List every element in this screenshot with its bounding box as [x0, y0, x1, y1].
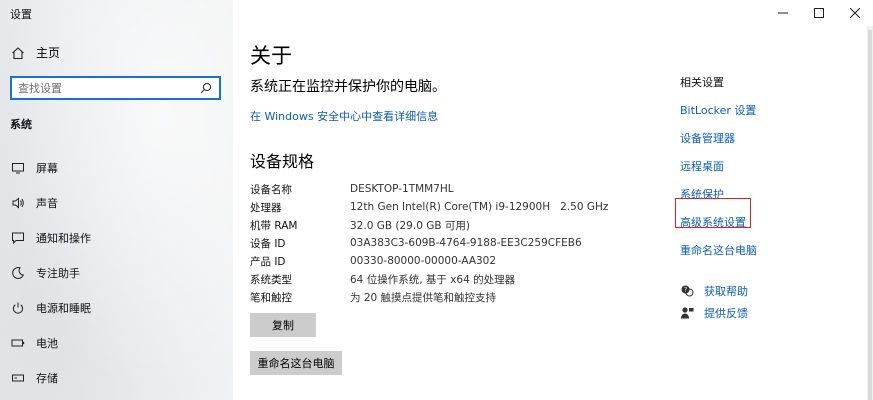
search-icon[interactable]	[199, 81, 213, 95]
sidebar: 设置 主页 系统 屏幕 声音 通知和操作	[0, 0, 233, 400]
spec-key: 设备 ID	[250, 237, 286, 250]
spec-value: 32.0 GB (29.0 GB 可用)	[350, 219, 470, 232]
svg-text:?: ?	[684, 287, 687, 294]
sidebar-item-label: 存储	[36, 371, 58, 385]
device-manager-link[interactable]: 设备管理器	[680, 124, 800, 152]
power-icon	[10, 300, 26, 316]
maximize-button[interactable]	[801, 0, 837, 26]
rename-pc-button[interactable]: 重命名这台电脑	[250, 351, 342, 375]
spec-row-device-id: 设备 ID 03A383C3-609B-4764-9188-EE3C259CFE…	[250, 234, 608, 252]
home-icon	[10, 45, 26, 61]
sidebar-item-label: 通知和操作	[36, 231, 91, 245]
related-settings: 相关设置 BitLocker 设置 设备管理器 远程桌面 系统保护 高级系统设置…	[680, 74, 800, 264]
search-input[interactable]	[18, 81, 199, 95]
spec-value: 03A383C3-609B-4764-9188-EE3C259CFEB6	[350, 237, 582, 249]
main-content: 关于 系统正在监控并保护你的电脑。 在 Windows 安全中心中查看详细信息 …	[233, 0, 873, 400]
spec-row-product-id: 产品 ID 00330-80000-00000-AA302	[250, 252, 608, 270]
storage-icon	[10, 370, 26, 386]
spec-value: 64 位操作系统, 基于 x64 的处理器	[350, 273, 516, 286]
highlight-box	[675, 198, 751, 228]
remote-desktop-link[interactable]: 远程桌面	[680, 152, 800, 180]
section-title: 系统	[10, 118, 32, 131]
spec-key: 机带 RAM	[250, 219, 298, 232]
help-chat-icon: ?	[680, 284, 694, 298]
sidebar-item-sound[interactable]: 声音	[0, 185, 233, 220]
sidebar-item-label: 电源和睡眠	[36, 301, 91, 315]
battery-icon	[10, 335, 26, 351]
sidebar-item-power-sleep[interactable]: 电源和睡眠	[0, 290, 233, 325]
sidebar-item-label: 专注助手	[36, 266, 80, 280]
sidebar-item-label: 屏幕	[36, 161, 58, 175]
sidebar-item-label: 主页	[36, 46, 61, 60]
notification-icon	[10, 230, 26, 246]
window-controls	[765, 0, 873, 26]
spec-key: 系统类型	[250, 273, 292, 286]
rename-pc-link[interactable]: 重命名这台电脑	[680, 236, 800, 264]
device-specs-title: 设备规格	[250, 152, 315, 171]
get-help-link[interactable]: ? 获取帮助	[680, 280, 748, 302]
spec-row-ram: 机带 RAM 32.0 GB (29.0 GB 可用)	[250, 216, 608, 234]
sidebar-nav: 屏幕 声音 通知和操作 专注助手 电源和睡眠 电池 存储	[0, 150, 233, 395]
sidebar-item-notifications[interactable]: 通知和操作	[0, 220, 233, 255]
spec-row-pen-touch: 笔和触控 为 20 触摸点提供笔和触控支持	[250, 288, 608, 306]
monitor-icon	[10, 160, 26, 176]
minimize-button[interactable]	[765, 0, 801, 26]
sidebar-item-display[interactable]: 屏幕	[0, 150, 233, 185]
feedback-person-icon	[680, 306, 694, 320]
spec-key: 处理器	[250, 201, 282, 214]
sidebar-item-storage[interactable]: 存储	[0, 360, 233, 395]
spec-key: 产品 ID	[250, 255, 286, 268]
spec-value: DESKTOP-1TMM7HL	[350, 183, 454, 195]
minimize-icon	[778, 12, 788, 14]
spec-value: 00330-80000-00000-AA302	[350, 255, 497, 267]
close-button[interactable]	[837, 0, 873, 26]
sidebar-item-focus-assist[interactable]: 专注助手	[0, 255, 233, 290]
search-box[interactable]	[10, 76, 221, 100]
window-title: 设置	[10, 8, 32, 21]
sidebar-item-label: 电池	[36, 336, 58, 350]
spec-row-system-type: 系统类型 64 位操作系统, 基于 x64 的处理器	[250, 270, 608, 288]
sidebar-item-home[interactable]: 主页	[10, 44, 60, 61]
spec-row-device-name: 设备名称 DESKTOP-1TMM7HL	[250, 180, 608, 198]
protection-status: 系统正在监控并保护你的电脑。	[250, 79, 446, 95]
device-specs-table: 设备名称 DESKTOP-1TMM7HL 处理器 12th Gen Intel(…	[250, 180, 608, 306]
security-center-link[interactable]: 在 Windows 安全中心中查看详细信息	[250, 108, 438, 124]
moon-icon	[10, 265, 26, 281]
spec-key: 设备名称	[250, 183, 292, 196]
spec-row-processor: 处理器 12th Gen Intel(R) Core(TM) i9-12900H…	[250, 198, 608, 216]
close-icon	[850, 8, 860, 18]
speaker-icon	[10, 195, 26, 211]
help-section: ? 获取帮助 提供反馈	[680, 280, 748, 324]
feedback-link[interactable]: 提供反馈	[680, 302, 748, 324]
spec-value: 为 20 触摸点提供笔和触控支持	[350, 291, 497, 304]
sidebar-item-battery[interactable]: 电池	[0, 325, 233, 360]
spec-key: 笔和触控	[250, 291, 292, 304]
page-title: 关于	[250, 44, 292, 68]
scrollbar-thumb[interactable]	[868, 30, 872, 400]
maximize-icon	[814, 8, 824, 18]
bitlocker-settings-link[interactable]: BitLocker 设置	[680, 96, 800, 124]
feedback-label: 提供反馈	[704, 307, 748, 320]
sidebar-item-label: 声音	[36, 196, 58, 210]
copy-button[interactable]: 复制	[250, 313, 316, 337]
get-help-label: 获取帮助	[704, 285, 748, 298]
related-settings-title: 相关设置	[680, 76, 724, 89]
spec-value: 12th Gen Intel(R) Core(TM) i9-12900H 2.5…	[350, 201, 609, 213]
